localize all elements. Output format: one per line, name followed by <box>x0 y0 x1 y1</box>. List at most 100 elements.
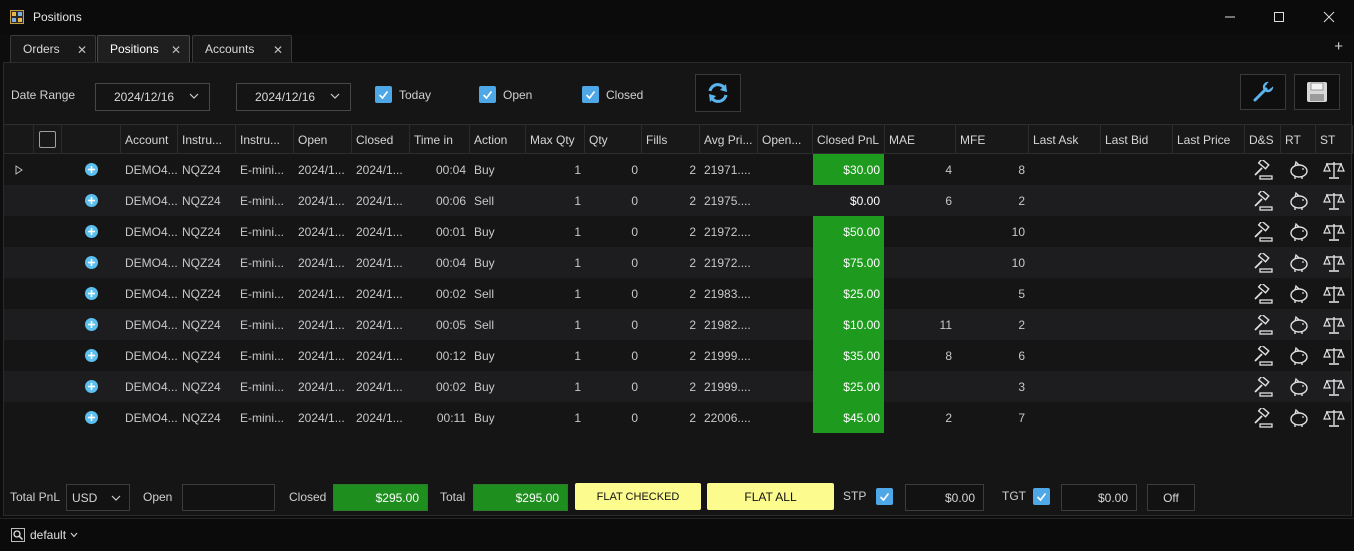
row-expander-icon[interactable] <box>15 165 23 175</box>
column-header[interactable]: Max Qty <box>526 125 585 154</box>
currency-select[interactable]: USD <box>66 484 130 511</box>
refresh-button[interactable] <box>695 74 741 112</box>
column-header[interactable]: Open <box>294 125 352 154</box>
piggy-bank-icon[interactable] <box>1288 191 1310 211</box>
table-row[interactable]: DEMO4... NQZ24 E-mini... 2024/1... 2024/1...… <box>4 278 1351 309</box>
stp-checkbox[interactable] <box>876 488 893 505</box>
scales-icon[interactable] <box>1323 284 1345 304</box>
gavel-icon[interactable] <box>1252 313 1274 335</box>
flat-all-button[interactable]: FLAT ALL <box>707 483 834 510</box>
cell-max-qty: 1 <box>574 193 581 208</box>
flat-checked-button[interactable]: FLAT CHECKED <box>575 483 701 510</box>
expand-plus-icon[interactable] <box>85 318 98 331</box>
table-row[interactable]: DEMO4... NQZ24 E-mini... 2024/1... 2024/1...… <box>4 154 1351 185</box>
gavel-icon[interactable] <box>1252 344 1274 366</box>
table-row[interactable]: DEMO4... NQZ24 E-mini... 2024/1... 2024/1...… <box>4 340 1351 371</box>
scales-icon[interactable] <box>1323 315 1345 335</box>
scales-icon[interactable] <box>1323 377 1345 397</box>
column-header[interactable]: RT <box>1281 125 1316 154</box>
column-header[interactable]: Instru... <box>178 125 236 154</box>
cell-account: DEMO4... <box>125 255 178 270</box>
piggy-bank-icon[interactable] <box>1288 253 1310 273</box>
close-window-button[interactable] <box>1314 6 1344 28</box>
close-tab-icon[interactable]: ✕ <box>77 43 87 57</box>
scales-icon[interactable] <box>1323 160 1345 180</box>
save-button[interactable] <box>1294 74 1340 110</box>
scales-icon[interactable] <box>1323 408 1345 428</box>
table-row[interactable]: DEMO4... NQZ24 E-mini... 2024/1... 2024/1...… <box>4 247 1351 278</box>
expand-plus-icon[interactable] <box>85 287 98 300</box>
column-header[interactable]: Account <box>121 125 178 154</box>
column-header[interactable]: Last Ask <box>1029 125 1101 154</box>
gavel-icon[interactable] <box>1252 220 1274 242</box>
table-row[interactable]: DEMO4... NQZ24 E-mini... 2024/1... 2024/1...… <box>4 216 1351 247</box>
today-checkbox[interactable] <box>375 86 392 103</box>
table-row[interactable]: DEMO4... NQZ24 E-mini... 2024/1... 2024/1...… <box>4 309 1351 340</box>
off-button[interactable]: Off <box>1147 484 1195 511</box>
column-header[interactable]: D&S <box>1245 125 1281 154</box>
gavel-icon[interactable] <box>1252 189 1274 211</box>
expand-plus-icon[interactable] <box>85 225 98 238</box>
gavel-icon[interactable] <box>1252 406 1274 428</box>
column-header[interactable]: MFE <box>956 125 1029 154</box>
stp-field[interactable]: $0.00 <box>905 484 984 511</box>
scales-icon[interactable] <box>1323 253 1345 273</box>
expand-plus-icon[interactable] <box>85 349 98 362</box>
column-header[interactable]: ST <box>1316 125 1353 154</box>
tab-orders[interactable]: Orders ✕ <box>10 35 96 62</box>
column-header[interactable]: Last Bid <box>1101 125 1173 154</box>
expand-plus-icon[interactable] <box>85 194 98 207</box>
gavel-icon[interactable] <box>1252 375 1274 397</box>
workspace-selector[interactable]: default <box>30 528 78 542</box>
piggy-bank-icon[interactable] <box>1288 408 1310 428</box>
expand-plus-icon[interactable] <box>85 163 98 176</box>
piggy-bank-icon[interactable] <box>1288 346 1310 366</box>
tgt-checkbox[interactable] <box>1033 488 1050 505</box>
gavel-icon[interactable] <box>1252 282 1274 304</box>
settings-button[interactable] <box>1240 74 1286 110</box>
gavel-icon[interactable] <box>1252 251 1274 273</box>
close-tab-icon[interactable]: ✕ <box>171 43 181 57</box>
piggy-bank-icon[interactable] <box>1288 377 1310 397</box>
column-header[interactable]: Avg Pri... <box>700 125 758 154</box>
column-header[interactable]: Instru... <box>236 125 294 154</box>
piggy-bank-icon[interactable] <box>1288 222 1310 242</box>
column-header[interactable]: Qty <box>585 125 642 154</box>
close-tab-icon[interactable]: ✕ <box>273 43 283 57</box>
table-row[interactable]: DEMO4... NQZ24 E-mini... 2024/1... 2024/1...… <box>4 402 1351 433</box>
closed-checkbox[interactable] <box>582 86 599 103</box>
cell-mfe: 10 <box>1011 255 1025 270</box>
scales-icon[interactable] <box>1323 191 1345 211</box>
table-row[interactable]: DEMO4... NQZ24 E-mini... 2024/1... 2024/1...… <box>4 185 1351 216</box>
column-header[interactable]: Last Price <box>1173 125 1245 154</box>
expand-plus-icon[interactable] <box>85 256 98 269</box>
column-header[interactable]: Fills <box>642 125 700 154</box>
piggy-bank-icon[interactable] <box>1288 160 1310 180</box>
column-header[interactable]: Open... <box>758 125 813 154</box>
expand-plus-icon[interactable] <box>85 411 98 424</box>
column-header[interactable]: Action <box>470 125 526 154</box>
scales-icon[interactable] <box>1323 346 1345 366</box>
date-from-picker[interactable]: 2024/12/16 <box>95 83 210 111</box>
column-header[interactable]: Time in <box>410 125 470 154</box>
column-header[interactable]: MAE <box>885 125 956 154</box>
piggy-bank-icon[interactable] <box>1288 315 1310 335</box>
expand-plus-icon[interactable] <box>85 380 98 393</box>
table-row[interactable]: DEMO4... NQZ24 E-mini... 2024/1... 2024/1...… <box>4 371 1351 402</box>
scales-icon[interactable] <box>1323 222 1345 242</box>
gavel-icon[interactable] <box>1252 158 1274 180</box>
minimize-button[interactable] <box>1215 6 1245 28</box>
column-header[interactable]: Closed PnL <box>813 125 885 154</box>
open-pnl-field <box>182 484 275 511</box>
piggy-bank-icon[interactable] <box>1288 284 1310 304</box>
tgt-field[interactable]: $0.00 <box>1061 484 1137 511</box>
select-all-checkbox[interactable] <box>39 131 56 148</box>
tab-accounts[interactable]: Accounts ✕ <box>192 35 292 62</box>
open-checkbox[interactable] <box>479 86 496 103</box>
add-tab-icon[interactable]: + <box>1334 38 1343 55</box>
date-to-picker[interactable]: 2024/12/16 <box>236 83 351 111</box>
maximize-button[interactable] <box>1264 6 1294 28</box>
column-header[interactable]: Closed <box>352 125 410 154</box>
tab-positions[interactable]: Positions ✕ <box>97 35 190 62</box>
cell-open-time: 2024/1... <box>298 410 345 425</box>
